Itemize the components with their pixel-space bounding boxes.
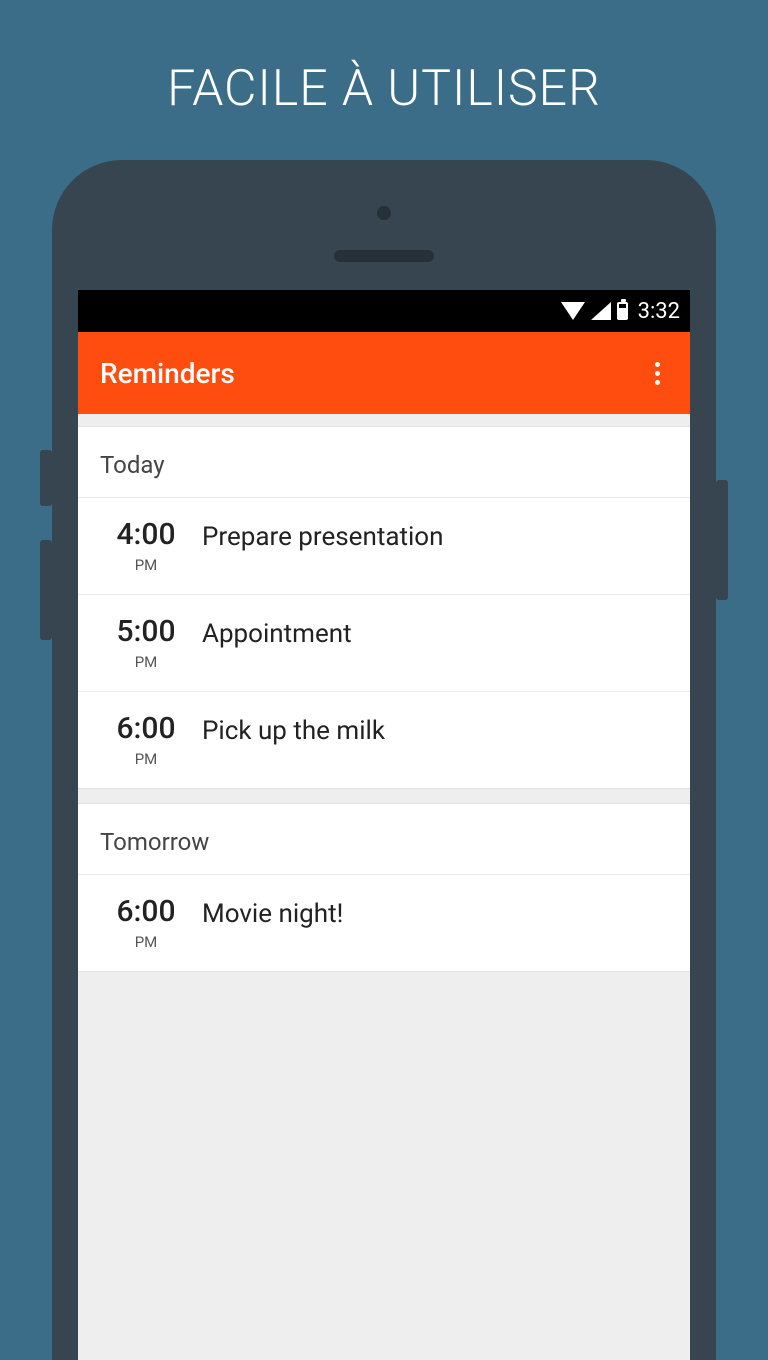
phone-camera [377,206,391,220]
reminder-time: 4:00 PM [100,520,192,574]
reminder-time: 6:00 PM [100,897,192,951]
screen: 3:32 Reminders Today 4:00 PM Prepare pre… [78,290,690,1360]
phone-speaker [334,250,434,262]
status-bar: 3:32 [78,290,690,332]
reminder-time-ampm: PM [100,556,192,574]
wifi-icon [561,302,585,320]
reminder-time-ampm: PM [100,750,192,768]
reminder-time: 5:00 PM [100,617,192,671]
reminder-item[interactable]: 4:00 PM Prepare presentation [78,497,690,594]
phone-side-button [716,480,728,600]
reminder-time-value: 4:00 [100,520,192,550]
reminder-time-ampm: PM [100,933,192,951]
reminder-title: Pick up the milk [202,714,385,747]
reminder-time: 6:00 PM [100,714,192,768]
reminder-time-value: 6:00 [100,714,192,744]
phone-frame: 3:32 Reminders Today 4:00 PM Prepare pre… [52,160,716,1360]
section-header: Tomorrow [78,804,690,874]
phone-side-button [40,450,52,506]
section-tomorrow: Tomorrow 6:00 PM Movie night! [78,803,690,972]
reminder-item[interactable]: 5:00 PM Appointment [78,594,690,691]
signal-icon [591,302,611,320]
app-bar: Reminders [78,332,690,414]
reminder-time-value: 5:00 [100,617,192,647]
reminder-title: Prepare presentation [202,520,444,553]
reminder-title: Appointment [202,617,352,650]
reminder-item[interactable]: 6:00 PM Movie night! [78,874,690,971]
reminder-time-value: 6:00 [100,897,192,927]
reminder-title: Movie night! [202,897,343,930]
reminder-time-ampm: PM [100,653,192,671]
reminder-list: Today 4:00 PM Prepare presentation 5:00 … [78,426,690,972]
battery-icon [617,302,628,320]
app-title: Reminders [100,357,235,390]
status-clock: 3:32 [638,299,680,324]
overflow-menu-button[interactable] [647,354,668,393]
promo-headline: FACILE À UTILISER [0,0,768,118]
section-today: Today 4:00 PM Prepare presentation 5:00 … [78,426,690,789]
reminder-item[interactable]: 6:00 PM Pick up the milk [78,691,690,788]
phone-side-button [40,540,52,640]
section-header: Today [78,427,690,497]
